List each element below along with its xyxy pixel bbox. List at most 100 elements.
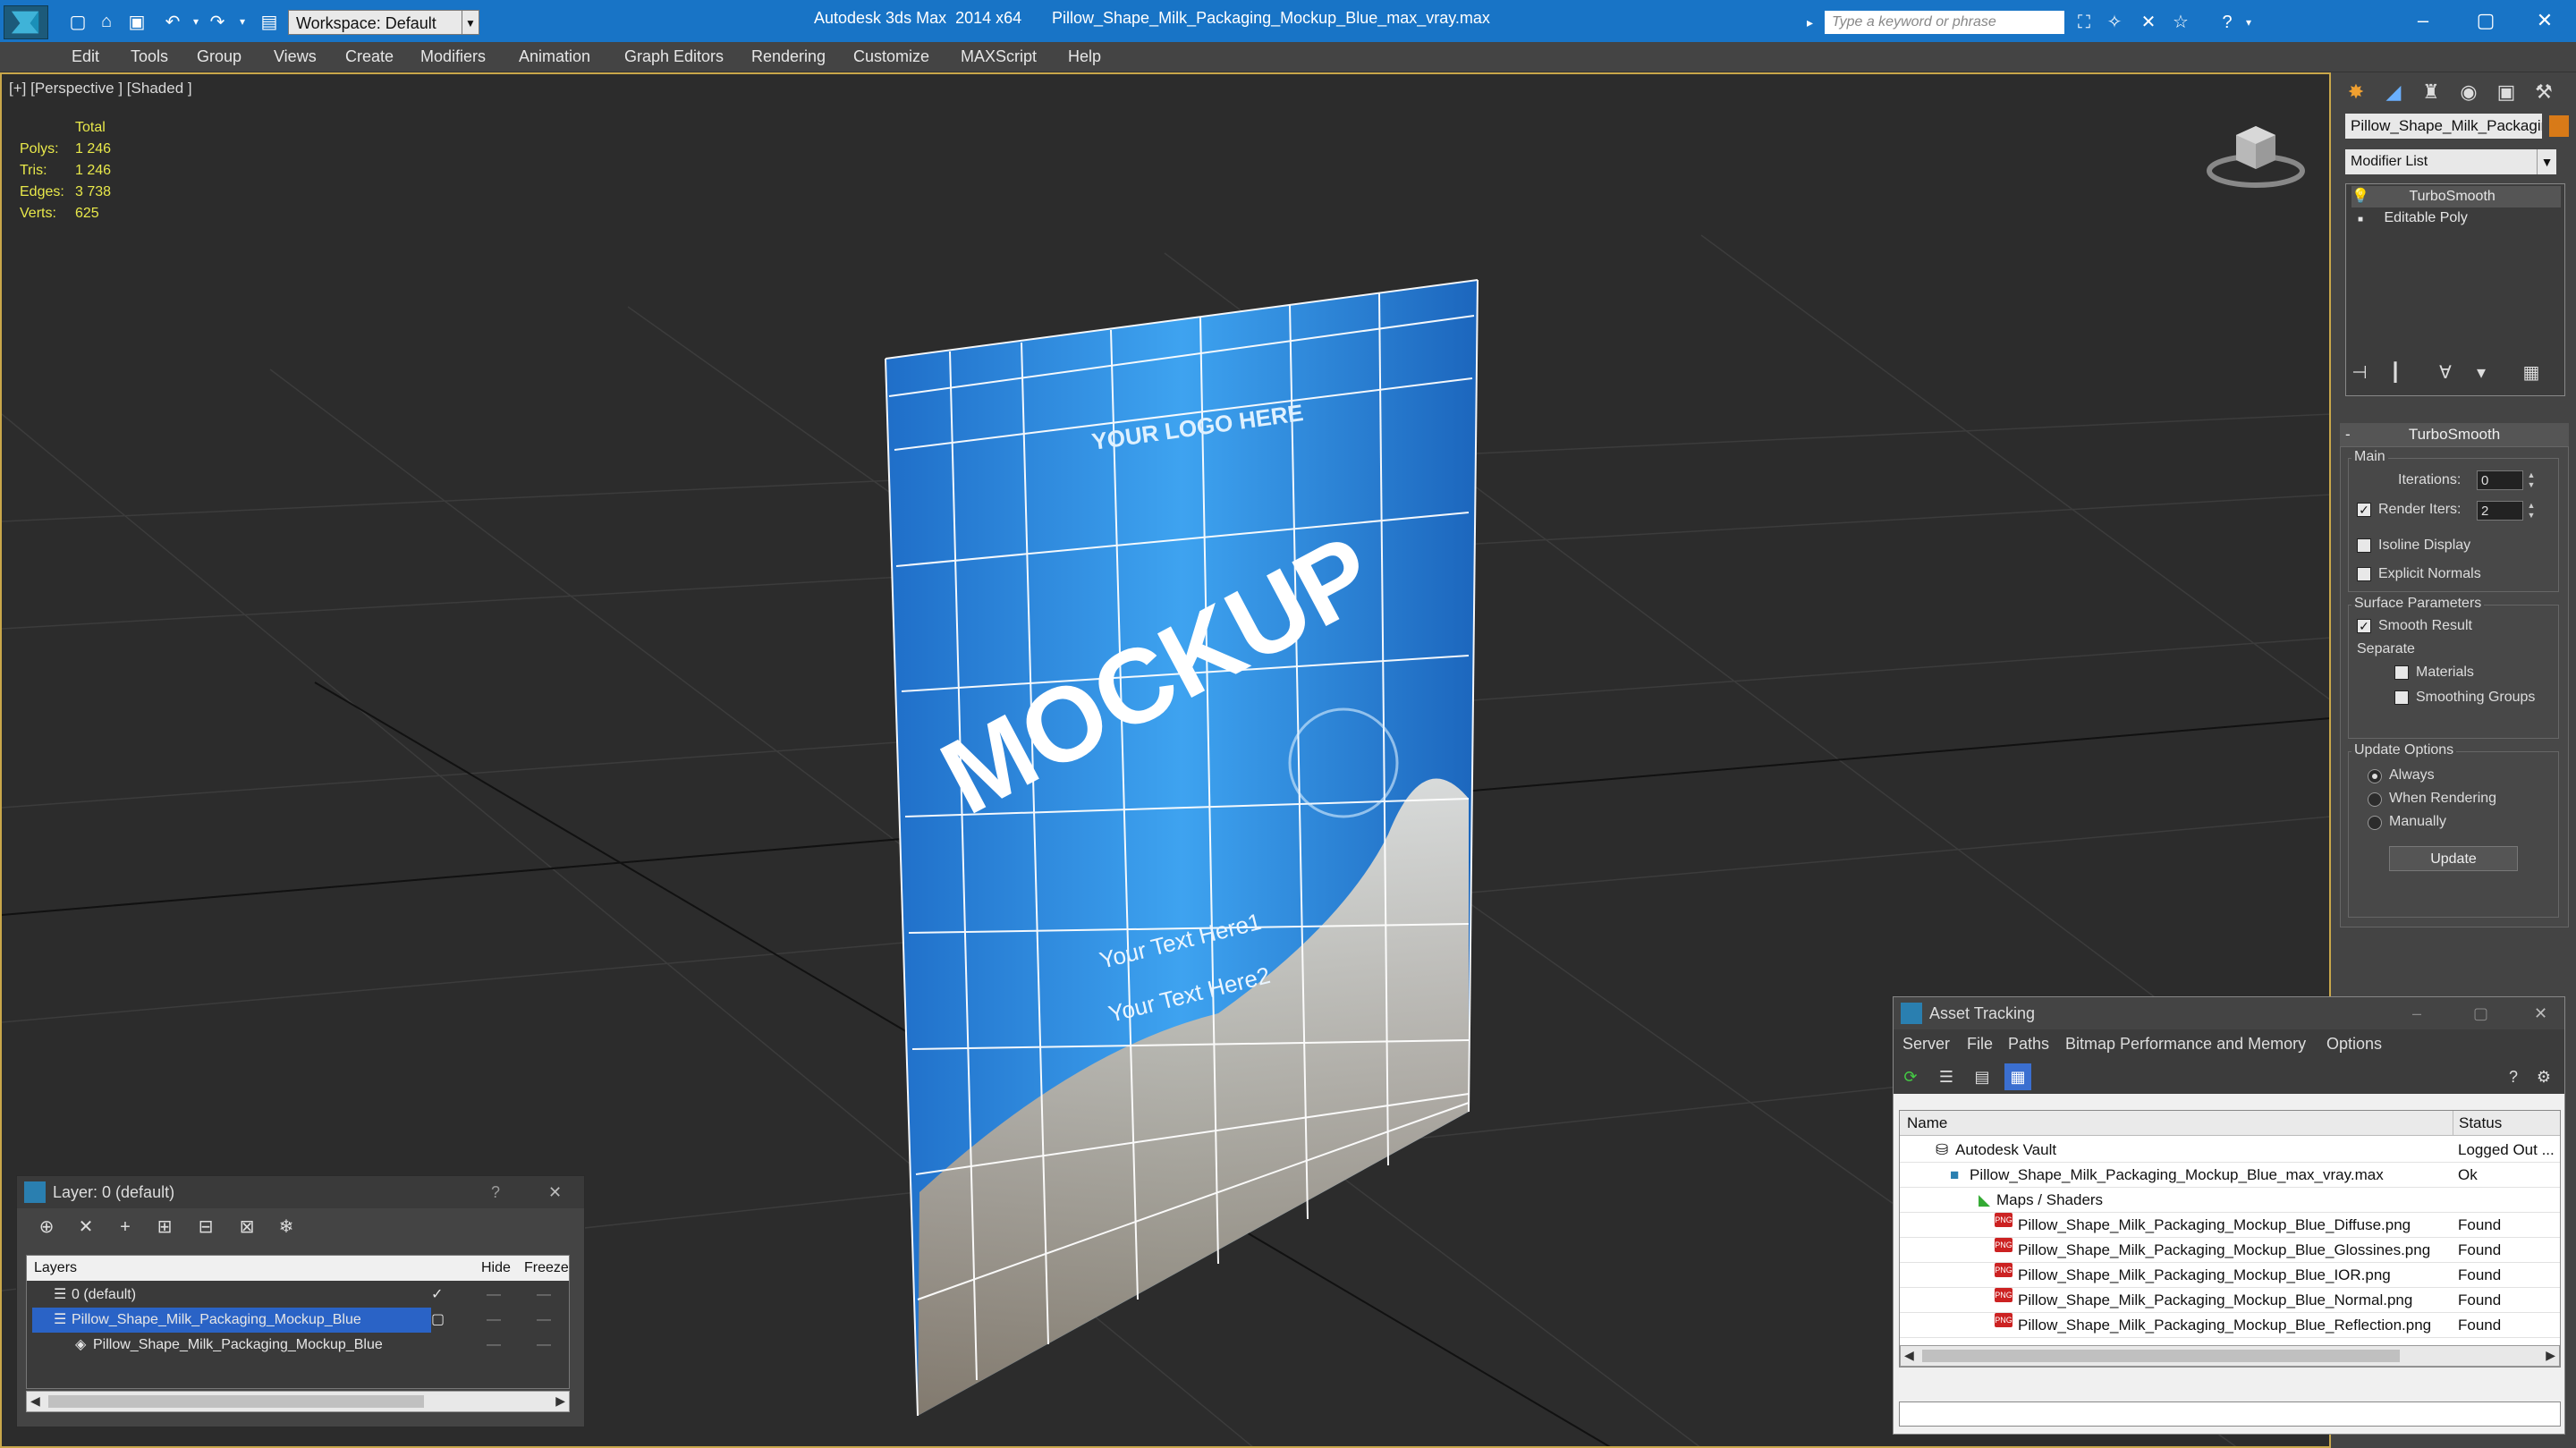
render-iters-checkbox[interactable]: ✓ [2357,503,2371,517]
search-input[interactable]: Type a keyword or phrase [1825,11,2064,34]
delete-layer-icon[interactable]: ✕ [71,1214,101,1241]
show-end-result-icon[interactable]: ┃ [2381,359,2410,387]
table-view-icon[interactable]: ▦ [2004,1063,2031,1090]
smooth-result-checkbox[interactable]: ✓ [2357,619,2371,633]
close-icon[interactable]: ✕ [2513,4,2576,38]
freeze-toggle[interactable]: — [537,1283,551,1308]
layer-row[interactable]: ☰ Pillow_Shape_Milk_Packaging_Mockup_Blu… [27,1308,569,1333]
check-icon[interactable]: ✓ [431,1283,443,1308]
asset-row[interactable]: ⛁ Autodesk Vault Logged Out ... [1900,1138,2560,1163]
menu-file[interactable]: File [1967,1035,1993,1054]
app-menu-button[interactable] [4,5,48,39]
configure-sets-icon[interactable]: ▦ [2517,359,2546,387]
modify-tab-icon[interactable]: ◢ [2376,74,2411,110]
update-button[interactable]: Update [2389,846,2518,871]
stack-item-turbosmooth[interactable]: 💡 TurboSmooth [2351,186,2561,207]
undo-icon[interactable]: ↶ [161,11,184,32]
new-file-icon[interactable]: ▢ [66,11,89,32]
open-file-icon[interactable]: ⌂ [95,11,118,32]
motion-tab-icon[interactable]: ◉ [2451,74,2487,110]
menu-tools[interactable]: Tools [131,47,168,66]
asset-row[interactable]: PNG Pillow_Shape_Milk_Packaging_Mockup_B… [1900,1238,2560,1263]
menu-bitmap-performance[interactable]: Bitmap Performance and Memory [2065,1035,2306,1054]
asset-row[interactable]: ◣ Maps / Shaders [1900,1188,2560,1213]
minimize-icon[interactable]: – [2412,997,2421,1029]
help-icon[interactable]: ? [2500,1063,2527,1090]
spinner-arrows-icon[interactable]: ▲ ▼ [2525,470,2538,490]
create-layer-icon[interactable]: ⊕ [31,1214,62,1241]
remove-modifier-icon[interactable]: ▾ [2467,359,2496,387]
lightbulb-icon[interactable]: 💡 [2351,186,2369,207]
asset-row[interactable]: ■ Pillow_Shape_Milk_Packaging_Mockup_Blu… [1900,1163,2560,1188]
maximize-icon[interactable]: ▢ [2473,997,2488,1029]
col-name[interactable]: Name [1907,1111,1947,1136]
scrollbar-thumb[interactable] [1922,1350,2400,1362]
menu-views[interactable]: Views [274,47,317,66]
freeze-toggle[interactable]: — [537,1308,551,1333]
layer-row[interactable]: ☰ 0 (default) ✓ — — [27,1283,569,1308]
hierarchy-tab-icon[interactable]: ♜ [2413,74,2449,110]
hide-toggle[interactable]: — [487,1308,501,1333]
render-iters-spinner[interactable]: 2 [2477,501,2523,521]
select-objects-icon[interactable]: ⊞ [149,1214,180,1241]
layer-window-title-bar[interactable]: Layer: 0 (default) ? ✕ [17,1176,584,1208]
asset-row[interactable]: PNG Pillow_Shape_Milk_Packaging_Mockup_B… [1900,1263,2560,1288]
turbosmooth-rollout-header[interactable]: - TurboSmooth [2340,423,2569,446]
object-name-field[interactable]: Pillow_Shape_Milk_Packaging [2345,114,2542,139]
favorites-icon[interactable]: ☆ [2168,11,2193,34]
col-layers[interactable]: Layers [34,1256,77,1281]
scroll-left-icon[interactable]: ◀ [30,1393,40,1409]
spinner-arrows-icon[interactable]: ▲ ▼ [2525,501,2538,521]
save-icon[interactable]: ▣ [125,11,148,32]
close-icon[interactable]: ✕ [548,1176,562,1208]
expand-icon[interactable]: ■ [2351,209,2369,231]
communication-icon[interactable]: ✕ [2136,11,2161,34]
scroll-right-icon[interactable]: ▶ [2546,1348,2555,1363]
highlight-layer-icon[interactable]: ⊟ [191,1214,221,1241]
scroll-right-icon[interactable]: ▶ [555,1393,565,1409]
chevron-down-icon[interactable]: ▼ [462,10,479,35]
col-status[interactable]: Status [2453,1111,2502,1136]
menu-help[interactable]: Help [1068,47,1101,66]
help-dropdown-icon[interactable]: ▾ [2236,11,2261,34]
scroll-left-icon[interactable]: ◀ [1904,1348,1914,1363]
display-tab-icon[interactable]: ▣ [2488,74,2524,110]
undo-dropdown-icon[interactable]: ▾ [184,11,208,32]
detail-view-icon[interactable]: ▤ [1969,1063,1996,1090]
settings-icon[interactable]: ⚙ [2530,1063,2557,1090]
project-folder-icon[interactable]: ▤ [258,11,281,32]
maximize-icon[interactable]: ▢ [2454,4,2517,38]
close-icon[interactable]: ✕ [2534,997,2547,1029]
when-rendering-radio[interactable] [2368,792,2382,807]
search-arrow-icon[interactable]: ▸ [1807,11,1823,34]
pin-stack-icon[interactable]: ⊣ [2345,359,2374,387]
asset-horizontal-scrollbar[interactable]: ◀ ▶ [1900,1345,2560,1367]
menu-server[interactable]: Server [1902,1035,1950,1054]
asset-row[interactable]: PNG Pillow_Shape_Milk_Packaging_Mockup_B… [1900,1213,2560,1238]
asset-row[interactable]: PNG Pillow_Shape_Milk_Packaging_Mockup_B… [1900,1313,2560,1338]
col-hide[interactable]: Hide [481,1256,511,1281]
menu-edit[interactable]: Edit [72,47,99,66]
menu-group[interactable]: Group [197,47,242,66]
menu-animation[interactable]: Animation [519,47,590,66]
always-radio[interactable] [2368,769,2382,783]
chevron-down-icon[interactable]: ▼ [2537,149,2556,174]
layer-row[interactable]: ◈ Pillow_Shape_Milk_Packaging_Mockup_Blu… [27,1333,569,1358]
binoculars-icon[interactable]: ⛶ [2072,11,2097,34]
create-tab-icon[interactable]: ✸ [2338,74,2374,110]
subscription-icon[interactable]: ✧ [2102,11,2127,34]
refresh-icon[interactable]: ⟳ [1897,1063,1924,1090]
menu-customize[interactable]: Customize [853,47,929,66]
hide-toggle[interactable]: — [487,1283,501,1308]
menu-paths[interactable]: Paths [2008,1035,2049,1054]
modifier-list-dropdown[interactable]: Modifier List [2345,149,2551,174]
milk-package-model[interactable]: YOUR LOGO HERE MOCKUP Your Text Here1 Yo… [843,191,1558,1443]
explicit-normals-checkbox[interactable] [2357,567,2371,581]
list-view-icon[interactable]: ☰ [1933,1063,1960,1090]
hide-toggle[interactable]: — [487,1333,501,1358]
manually-radio[interactable] [2368,816,2382,830]
minimize-icon[interactable]: – [2392,4,2454,38]
iterations-spinner[interactable]: 0 [2477,470,2523,490]
menu-modifiers[interactable]: Modifiers [420,47,486,66]
freeze-all-icon[interactable]: ❄ [271,1214,301,1241]
